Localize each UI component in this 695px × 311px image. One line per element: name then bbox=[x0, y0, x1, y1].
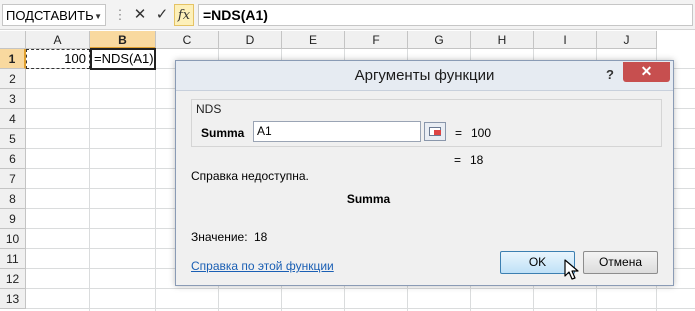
formula-bar: ПОДСТАВИТЬ ▼ ⋮ ✕ ✓ fx =NDS(A1) bbox=[0, 0, 695, 30]
row-header-7[interactable]: 7 bbox=[0, 169, 26, 189]
row-header-10[interactable]: 10 bbox=[0, 229, 26, 249]
column-header-g[interactable]: G bbox=[408, 31, 471, 49]
close-icon: ✕ bbox=[133, 6, 147, 23]
enter-entry-button[interactable]: ✓ bbox=[152, 4, 172, 26]
cancel-button[interactable]: Отмена bbox=[583, 251, 658, 274]
column-header-c[interactable]: C bbox=[156, 31, 219, 49]
select-all-corner[interactable] bbox=[0, 31, 26, 49]
column-header-f[interactable]: F bbox=[345, 31, 408, 49]
value-result: 18 bbox=[254, 230, 268, 244]
row-header-11[interactable]: 11 bbox=[0, 249, 26, 269]
row-header-2[interactable]: 2 bbox=[0, 69, 26, 89]
cancel-entry-button[interactable]: ✕ bbox=[130, 4, 150, 26]
range-marker bbox=[434, 130, 441, 135]
gridline-horizontal bbox=[26, 288, 695, 289]
help-icon: ? bbox=[606, 67, 614, 82]
formula-input[interactable]: =NDS(A1) bbox=[198, 4, 693, 26]
name-box-value: ПОДСТАВИТЬ bbox=[6, 7, 94, 23]
dialog-titlebar[interactable]: Аргументы функции ? ✕ bbox=[176, 61, 673, 91]
column-header-d[interactable]: D bbox=[219, 31, 282, 49]
value-label: Значение: bbox=[191, 230, 248, 244]
insert-function-button[interactable]: fx bbox=[174, 4, 194, 26]
function-name: NDS bbox=[196, 102, 222, 116]
column-header-e[interactable]: E bbox=[282, 31, 345, 49]
column-header-a[interactable]: A bbox=[26, 31, 90, 49]
help-text: Справка недоступна. bbox=[191, 169, 309, 183]
row-header-1[interactable]: 1 bbox=[0, 49, 26, 69]
function-arguments-group: NDS Summa A1 = 100 bbox=[191, 99, 662, 147]
argument-label: Summa bbox=[201, 126, 245, 140]
column-header-i[interactable]: I bbox=[534, 31, 597, 49]
row-header-4[interactable]: 4 bbox=[0, 109, 26, 129]
row-header-9[interactable]: 9 bbox=[0, 209, 26, 229]
result-equals: = bbox=[454, 153, 462, 167]
function-help-link[interactable]: Справка по этой функции bbox=[191, 259, 334, 273]
grip-icon: ⋮ bbox=[113, 7, 127, 22]
argument-input[interactable]: A1 bbox=[253, 121, 421, 142]
function-arguments-dialog: Аргументы функции ? ✕ NDS Summa A1 = 100… bbox=[175, 60, 674, 286]
dialog-title: Аргументы функции bbox=[354, 67, 495, 84]
row-header-12[interactable]: 12 bbox=[0, 269, 26, 289]
cell-b1[interactable]: =NDS(A1) bbox=[90, 48, 156, 70]
name-box[interactable]: ПОДСТАВИТЬ ▼ bbox=[2, 4, 106, 26]
argument-description-name: Summa bbox=[346, 192, 391, 206]
close-icon: ✕ bbox=[640, 63, 653, 79]
result-value: 18 bbox=[470, 153, 484, 167]
argument-evaluated-value: 100 bbox=[471, 126, 492, 140]
collapse-dialog-button[interactable] bbox=[424, 122, 446, 141]
row-header-8[interactable]: 8 bbox=[0, 189, 26, 209]
help-button[interactable]: ? bbox=[600, 65, 620, 85]
column-header-j[interactable]: J bbox=[597, 31, 657, 49]
close-button[interactable]: ✕ bbox=[623, 62, 670, 82]
column-header-b[interactable]: B bbox=[90, 31, 156, 49]
check-icon: ✓ bbox=[155, 6, 169, 23]
fx-icon: fx bbox=[177, 8, 191, 23]
row-header-13[interactable]: 13 bbox=[0, 289, 26, 309]
cell-a1[interactable]: 100 bbox=[26, 49, 90, 69]
row-header-5[interactable]: 5 bbox=[0, 129, 26, 149]
chevron-down-icon[interactable]: ▼ bbox=[94, 12, 102, 21]
gridline-horizontal bbox=[26, 308, 695, 309]
argument-equals: = bbox=[455, 126, 463, 140]
column-header-h[interactable]: H bbox=[471, 31, 534, 49]
mouse-cursor-icon bbox=[564, 259, 579, 280]
row-header-3[interactable]: 3 bbox=[0, 89, 26, 109]
row-header-6[interactable]: 6 bbox=[0, 149, 26, 169]
